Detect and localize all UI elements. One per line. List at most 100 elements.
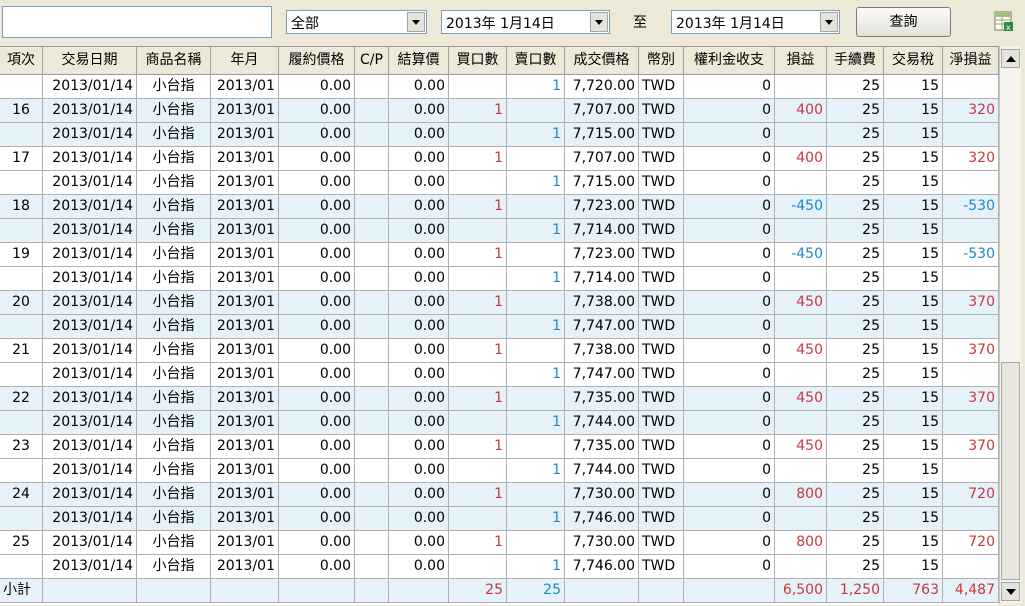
vertical-scrollbar[interactable] <box>999 46 1021 604</box>
table-row[interactable]: 23 2013/01/14 小台指 2013/01 0.00 0.00 1 7,735.00 T… <box>0 435 999 459</box>
cell-item <box>0 171 43 194</box>
column-header-product-name[interactable]: 商品名稱 <box>137 47 211 74</box>
column-header-fee[interactable]: 手續費 <box>827 47 884 74</box>
cell-item <box>0 555 43 578</box>
cell-sell-qty: 1 <box>507 363 565 386</box>
cell-call-put <box>355 459 389 482</box>
cell-fee: 25 <box>827 267 884 290</box>
cell-product-name: 小台指 <box>137 99 211 122</box>
date-to-picker[interactable]: 2013年 1月14日 <box>671 10 840 34</box>
chevron-down-icon[interactable] <box>407 12 425 32</box>
cell-fee: 25 <box>827 411 884 434</box>
column-header-settle-price[interactable]: 結算價 <box>389 47 449 74</box>
column-header-year-month[interactable]: 年月 <box>211 47 279 74</box>
query-button[interactable]: 查詢 <box>856 7 951 37</box>
cell-trade-price: 7,723.00 <box>565 195 639 218</box>
cell-settle-price: 0.00 <box>389 195 449 218</box>
table-row[interactable]: 19 2013/01/14 小台指 2013/01 0.00 0.00 1 7,723.00 T… <box>0 243 999 267</box>
subtotal-net-profit-loss: 4,487 <box>943 579 999 602</box>
date-from-picker[interactable]: 2013年 1月14日 <box>441 10 610 34</box>
cell-trade-price: 7,707.00 <box>565 147 639 170</box>
cell-product-name: 小台指 <box>137 123 211 146</box>
cell-net-profit-loss <box>943 507 999 530</box>
cell-sell-qty: 1 <box>507 507 565 530</box>
cell-fee: 25 <box>827 195 884 218</box>
cell-call-put <box>355 531 389 554</box>
cell-year-month: 2013/01 <box>211 483 279 506</box>
chevron-down-icon[interactable] <box>820 12 838 32</box>
cell-year-month: 2013/01 <box>211 75 279 98</box>
account-field[interactable] <box>2 6 272 38</box>
table-row[interactable]: 21 2013/01/14 小台指 2013/01 0.00 0.00 1 7,738.00 T… <box>0 339 999 363</box>
column-header-strike-price[interactable]: 履約價格 <box>279 47 355 74</box>
table-row[interactable]: 2013/01/14 小台指 2013/01 0.00 0.00 1 7,746.00 TWD… <box>0 555 999 579</box>
table-row[interactable]: 2013/01/14 小台指 2013/01 0.00 0.00 1 7,720.00 TWD… <box>0 75 999 99</box>
cell-buy-qty <box>449 459 507 482</box>
cell-product-name: 小台指 <box>137 291 211 314</box>
cell-profit-loss: -450 <box>775 243 827 266</box>
cell-product-name: 小台指 <box>137 243 211 266</box>
cell-buy-qty <box>449 171 507 194</box>
scroll-thumb[interactable] <box>1001 362 1020 580</box>
cell-settle-price: 0.00 <box>389 387 449 410</box>
table-row[interactable]: 2013/01/14 小台指 2013/01 0.00 0.00 1 7,747.00 TWD… <box>0 315 999 339</box>
cell-profit-loss: -450 <box>775 195 827 218</box>
table-row[interactable]: 18 2013/01/14 小台指 2013/01 0.00 0.00 1 7,723.00 T… <box>0 195 999 219</box>
scroll-down-icon[interactable] <box>1001 582 1020 601</box>
column-header-trade-date[interactable]: 交易日期 <box>43 47 137 74</box>
cell-year-month: 2013/01 <box>211 363 279 386</box>
table-row[interactable]: 2013/01/14 小台指 2013/01 0.00 0.00 1 7,744.00 TWD… <box>0 411 999 435</box>
subtotal-item: 小計 <box>0 579 43 602</box>
table-row[interactable]: 16 2013/01/14 小台指 2013/01 0.00 0.00 1 7,707.00 T… <box>0 99 999 123</box>
column-header-currency[interactable]: 幣別 <box>639 47 684 74</box>
table-row[interactable]: 2013/01/14 小台指 2013/01 0.00 0.00 1 7,714.00 TWD… <box>0 267 999 291</box>
column-header-tax[interactable]: 交易稅 <box>884 47 943 74</box>
cell-buy-qty: 1 <box>449 387 507 410</box>
cell-call-put <box>355 75 389 98</box>
cell-buy-qty: 1 <box>449 435 507 458</box>
table-row[interactable]: 17 2013/01/14 小台指 2013/01 0.00 0.00 1 7,707.00 T… <box>0 147 999 171</box>
table-row[interactable]: 22 2013/01/14 小台指 2013/01 0.00 0.00 1 7,735.00 T… <box>0 387 999 411</box>
column-header-net-profit-loss[interactable]: 淨損益 <box>943 47 999 74</box>
table-row[interactable]: 25 2013/01/14 小台指 2013/01 0.00 0.00 1 7,730.00 T… <box>0 531 999 555</box>
column-header-item[interactable]: 項次 <box>0 47 43 74</box>
excel-export-icon[interactable]: x <box>993 10 1015 32</box>
cell-currency: TWD <box>639 387 684 410</box>
cell-trade-date: 2013/01/14 <box>43 339 137 362</box>
cell-profit-loss: 450 <box>775 291 827 314</box>
scroll-up-icon[interactable] <box>1001 49 1020 68</box>
chevron-down-icon[interactable] <box>590 12 608 32</box>
cell-settle-price: 0.00 <box>389 411 449 434</box>
subtotal-fee: 1,250 <box>827 579 884 602</box>
table-row[interactable]: 2013/01/14 小台指 2013/01 0.00 0.00 1 7,714.00 TWD… <box>0 219 999 243</box>
cell-buy-qty: 1 <box>449 99 507 122</box>
cell-settle-price: 0.00 <box>389 171 449 194</box>
subtotal-profit-loss: 6,500 <box>775 579 827 602</box>
column-header-sell-qty[interactable]: 賣口數 <box>507 47 565 74</box>
column-header-call-put[interactable]: C/P <box>355 47 389 74</box>
cell-buy-qty: 1 <box>449 243 507 266</box>
table-row[interactable]: 2013/01/14 小台指 2013/01 0.00 0.00 1 7,715.00 TWD… <box>0 171 999 195</box>
column-header-buy-qty[interactable]: 買口數 <box>449 47 507 74</box>
cell-trade-price: 7,738.00 <box>565 291 639 314</box>
column-header-trade-price[interactable]: 成交價格 <box>565 47 639 74</box>
table-row[interactable]: 2013/01/14 小台指 2013/01 0.00 0.00 1 7,746.00 TWD… <box>0 507 999 531</box>
table-row[interactable]: 20 2013/01/14 小台指 2013/01 0.00 0.00 1 7,738.00 T… <box>0 291 999 315</box>
cell-item <box>0 363 43 386</box>
cell-item <box>0 507 43 530</box>
product-select[interactable]: 全部 <box>286 10 427 34</box>
table-row[interactable]: 2013/01/14 小台指 2013/01 0.00 0.00 1 7,747.00 TWD… <box>0 363 999 387</box>
cell-settle-price: 0.00 <box>389 555 449 578</box>
table-row[interactable]: 2013/01/14 小台指 2013/01 0.00 0.00 1 7,715.00 TWD… <box>0 123 999 147</box>
cell-settle-price: 0.00 <box>389 435 449 458</box>
column-header-profit-loss[interactable]: 損益 <box>775 47 827 74</box>
subtotal-sell-qty: 25 <box>507 579 565 602</box>
cell-call-put <box>355 411 389 434</box>
table-row[interactable]: 24 2013/01/14 小台指 2013/01 0.00 0.00 1 7,730.00 T… <box>0 483 999 507</box>
to-label: 至 <box>633 15 647 31</box>
cell-profit-loss: 800 <box>775 483 827 506</box>
cell-net-profit-loss <box>943 411 999 434</box>
cell-currency: TWD <box>639 531 684 554</box>
table-row[interactable]: 2013/01/14 小台指 2013/01 0.00 0.00 1 7,744.00 TWD… <box>0 459 999 483</box>
column-header-premium[interactable]: 權利金收支 <box>684 47 775 74</box>
